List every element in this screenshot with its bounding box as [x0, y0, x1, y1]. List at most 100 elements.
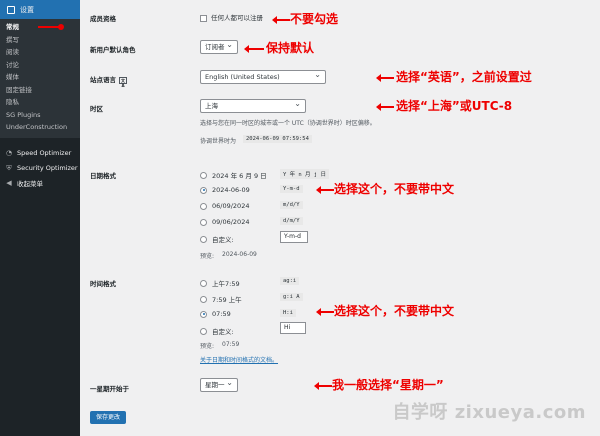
- annotation-text: 我一般选择“星期一”: [332, 378, 444, 392]
- radio-button[interactable]: [200, 279, 207, 287]
- date-format-label: 日期格式: [90, 172, 116, 180]
- date-option-label: 2024 年 6 月 9 日: [212, 172, 267, 180]
- time-format-option[interactable]: 7:59 上午: [200, 294, 242, 304]
- site-watermark: 自学呀 zixueya.com: [392, 402, 586, 423]
- date-preview-value: 2024-06-09: [222, 251, 257, 258]
- date-format-code: m/d/Y: [280, 201, 303, 209]
- date-format-option[interactable]: 06/09/2024: [200, 202, 249, 210]
- annotation-text: 选择这个，不要带中文: [334, 182, 455, 196]
- date-format-option[interactable]: 2024-06-09: [200, 186, 250, 194]
- annotation-arrow: [316, 308, 334, 316]
- sidebar-item-speed-optimizer[interactable]: ◔ Speed Optimizer: [0, 146, 80, 161]
- date-option-label: 06/09/2024: [212, 202, 250, 210]
- sidebar-item-label: Speed Optimizer: [17, 149, 72, 157]
- date-format-option[interactable]: 09/06/2024: [200, 218, 249, 226]
- site-language-select[interactable]: English (United States): [200, 69, 326, 84]
- annotation-text: 选择这个，不要带中文: [334, 304, 455, 318]
- membership-checkbox-label: 任何人都可以注册: [211, 14, 263, 22]
- date-format-code: Y-m-d: [280, 185, 303, 193]
- save-changes-button[interactable]: 保存更改: [90, 411, 126, 424]
- annotation-arrow: [376, 74, 394, 82]
- time-preview-label: 预览:: [200, 343, 215, 350]
- date-format-option[interactable]: 2024 年 6 月 9 日: [200, 170, 267, 180]
- annotation-arrow: [244, 45, 264, 53]
- radio-button[interactable]: [200, 218, 207, 226]
- time-format-option[interactable]: 07:59: [200, 310, 231, 318]
- time-option-label: 上午7:59: [212, 280, 240, 288]
- submenu-item-discussion[interactable]: 讨论: [0, 59, 80, 72]
- time-option-label: 07:59: [212, 310, 231, 318]
- date-format-code: Y 年 n 月 j 日: [280, 169, 329, 179]
- radio-button[interactable]: [200, 171, 207, 179]
- admin-sidebar: 设置 常规 撰写 阅读 讨论 媒体 固定链接 隐私 SG Plugins Und…: [0, 0, 80, 436]
- radio-button[interactable]: [200, 327, 207, 335]
- submenu-item-media[interactable]: 媒体: [0, 71, 80, 84]
- sidebar-item-label: 收起菜单: [17, 180, 43, 188]
- submenu-item-permalinks[interactable]: 固定链接: [0, 84, 80, 97]
- annotation-arrow: [272, 16, 290, 24]
- submenu-item-underconstruction[interactable]: UnderConstruction: [0, 121, 80, 134]
- time-format-code: H:i: [280, 309, 296, 317]
- sidebar-item-settings[interactable]: 设置: [0, 0, 80, 19]
- date-preview-label: 预览:: [200, 253, 215, 260]
- annotation-text: 选择“英语”，之前设置过: [396, 70, 532, 84]
- submenu-item-writing[interactable]: 撰写: [0, 34, 80, 47]
- sidebar-item-security-optimizer[interactable]: ⛨ Security Optimizer: [0, 161, 80, 176]
- radio-button[interactable]: [200, 295, 207, 303]
- site-language-label: 站点语言 文A: [90, 74, 127, 88]
- date-format-code: d/m/Y: [280, 217, 303, 225]
- annotation-pointer: [38, 24, 64, 30]
- radio-button-selected[interactable]: [200, 186, 207, 194]
- time-format-label: 时间格式: [90, 280, 116, 288]
- settings-submenu: 常规 撰写 阅读 讨论 媒体 固定链接 隐私 SG Plugins UnderC…: [0, 19, 80, 138]
- annotation-text: 保持默认: [266, 41, 315, 55]
- speed-icon: ◔: [5, 149, 13, 157]
- radio-button[interactable]: [200, 235, 207, 243]
- timezone-select[interactable]: 上海: [200, 98, 306, 113]
- site-language-label-text: 站点语言: [90, 76, 116, 84]
- annotation-arrow: [376, 103, 394, 111]
- date-time-docs-link[interactable]: 关于日期和时间格式的文档。: [200, 355, 278, 364]
- membership-label: 成员资格: [90, 15, 116, 23]
- time-option-label: 7:59 上午: [212, 296, 242, 304]
- time-custom-label: 自定义:: [212, 328, 234, 336]
- time-preview-value: 07:59: [222, 341, 240, 348]
- membership-option: 任何人都可以注册: [200, 12, 263, 22]
- time-format-option[interactable]: 上午7:59: [200, 278, 240, 288]
- date-custom-label: 自定义:: [212, 236, 234, 244]
- collapse-icon: ◀: [6, 179, 12, 187]
- sidebar-collapse-menu[interactable]: ◀ 收起菜单: [0, 176, 80, 191]
- utc-time-value: 2024-06-09 07:59:54: [243, 135, 312, 143]
- annotation-arrow: [316, 186, 334, 194]
- time-format-custom-input[interactable]: Hi: [280, 322, 306, 334]
- date-option-label: 09/06/2024: [212, 218, 250, 226]
- default-role-label: 新用户默认角色: [90, 46, 136, 54]
- submenu-item-reading[interactable]: 阅读: [0, 46, 80, 59]
- sidebar-header-label: 设置: [20, 5, 34, 14]
- translate-icon: 文A: [119, 76, 127, 88]
- time-format-code: ag:i: [280, 277, 300, 285]
- date-format-custom-option[interactable]: 自定义:: [200, 234, 234, 244]
- week-start-select[interactable]: 星期一: [200, 377, 238, 392]
- membership-checkbox[interactable]: [200, 14, 207, 22]
- date-format-custom-input[interactable]: Y-m-d: [280, 231, 308, 243]
- annotation-text: 不要勾选: [290, 12, 339, 26]
- default-role-select[interactable]: 订阅者: [200, 39, 238, 54]
- shield-icon: ⛨: [6, 164, 12, 172]
- annotation-text: 选择“上海”或UTC-8: [396, 99, 513, 113]
- week-start-label: 一星期开始于: [90, 385, 129, 393]
- settings-form: 成员资格 任何人都可以注册 新用户默认角色 订阅者 站点语言文A English…: [80, 0, 600, 436]
- date-option-label: 2024-06-09: [212, 186, 250, 194]
- submenu-item-sg-plugins[interactable]: SG Plugins: [0, 109, 80, 122]
- time-format-code: g:i A: [280, 293, 303, 301]
- radio-button[interactable]: [200, 202, 207, 210]
- timezone-help: 选择与您在同一时区的城市或一个 UTC（协调世界时）时区偏移。: [200, 120, 376, 127]
- radio-button-selected[interactable]: [200, 310, 207, 318]
- settings-icon: [6, 5, 15, 14]
- utc-time-label: 协调世界时为: [200, 138, 237, 145]
- time-format-custom-option[interactable]: 自定义:: [200, 326, 234, 336]
- timezone-label: 时区: [90, 105, 103, 113]
- sidebar-item-label: Security Optimizer: [17, 164, 78, 172]
- submenu-item-privacy[interactable]: 隐私: [0, 96, 80, 109]
- annotation-arrow: [314, 382, 332, 390]
